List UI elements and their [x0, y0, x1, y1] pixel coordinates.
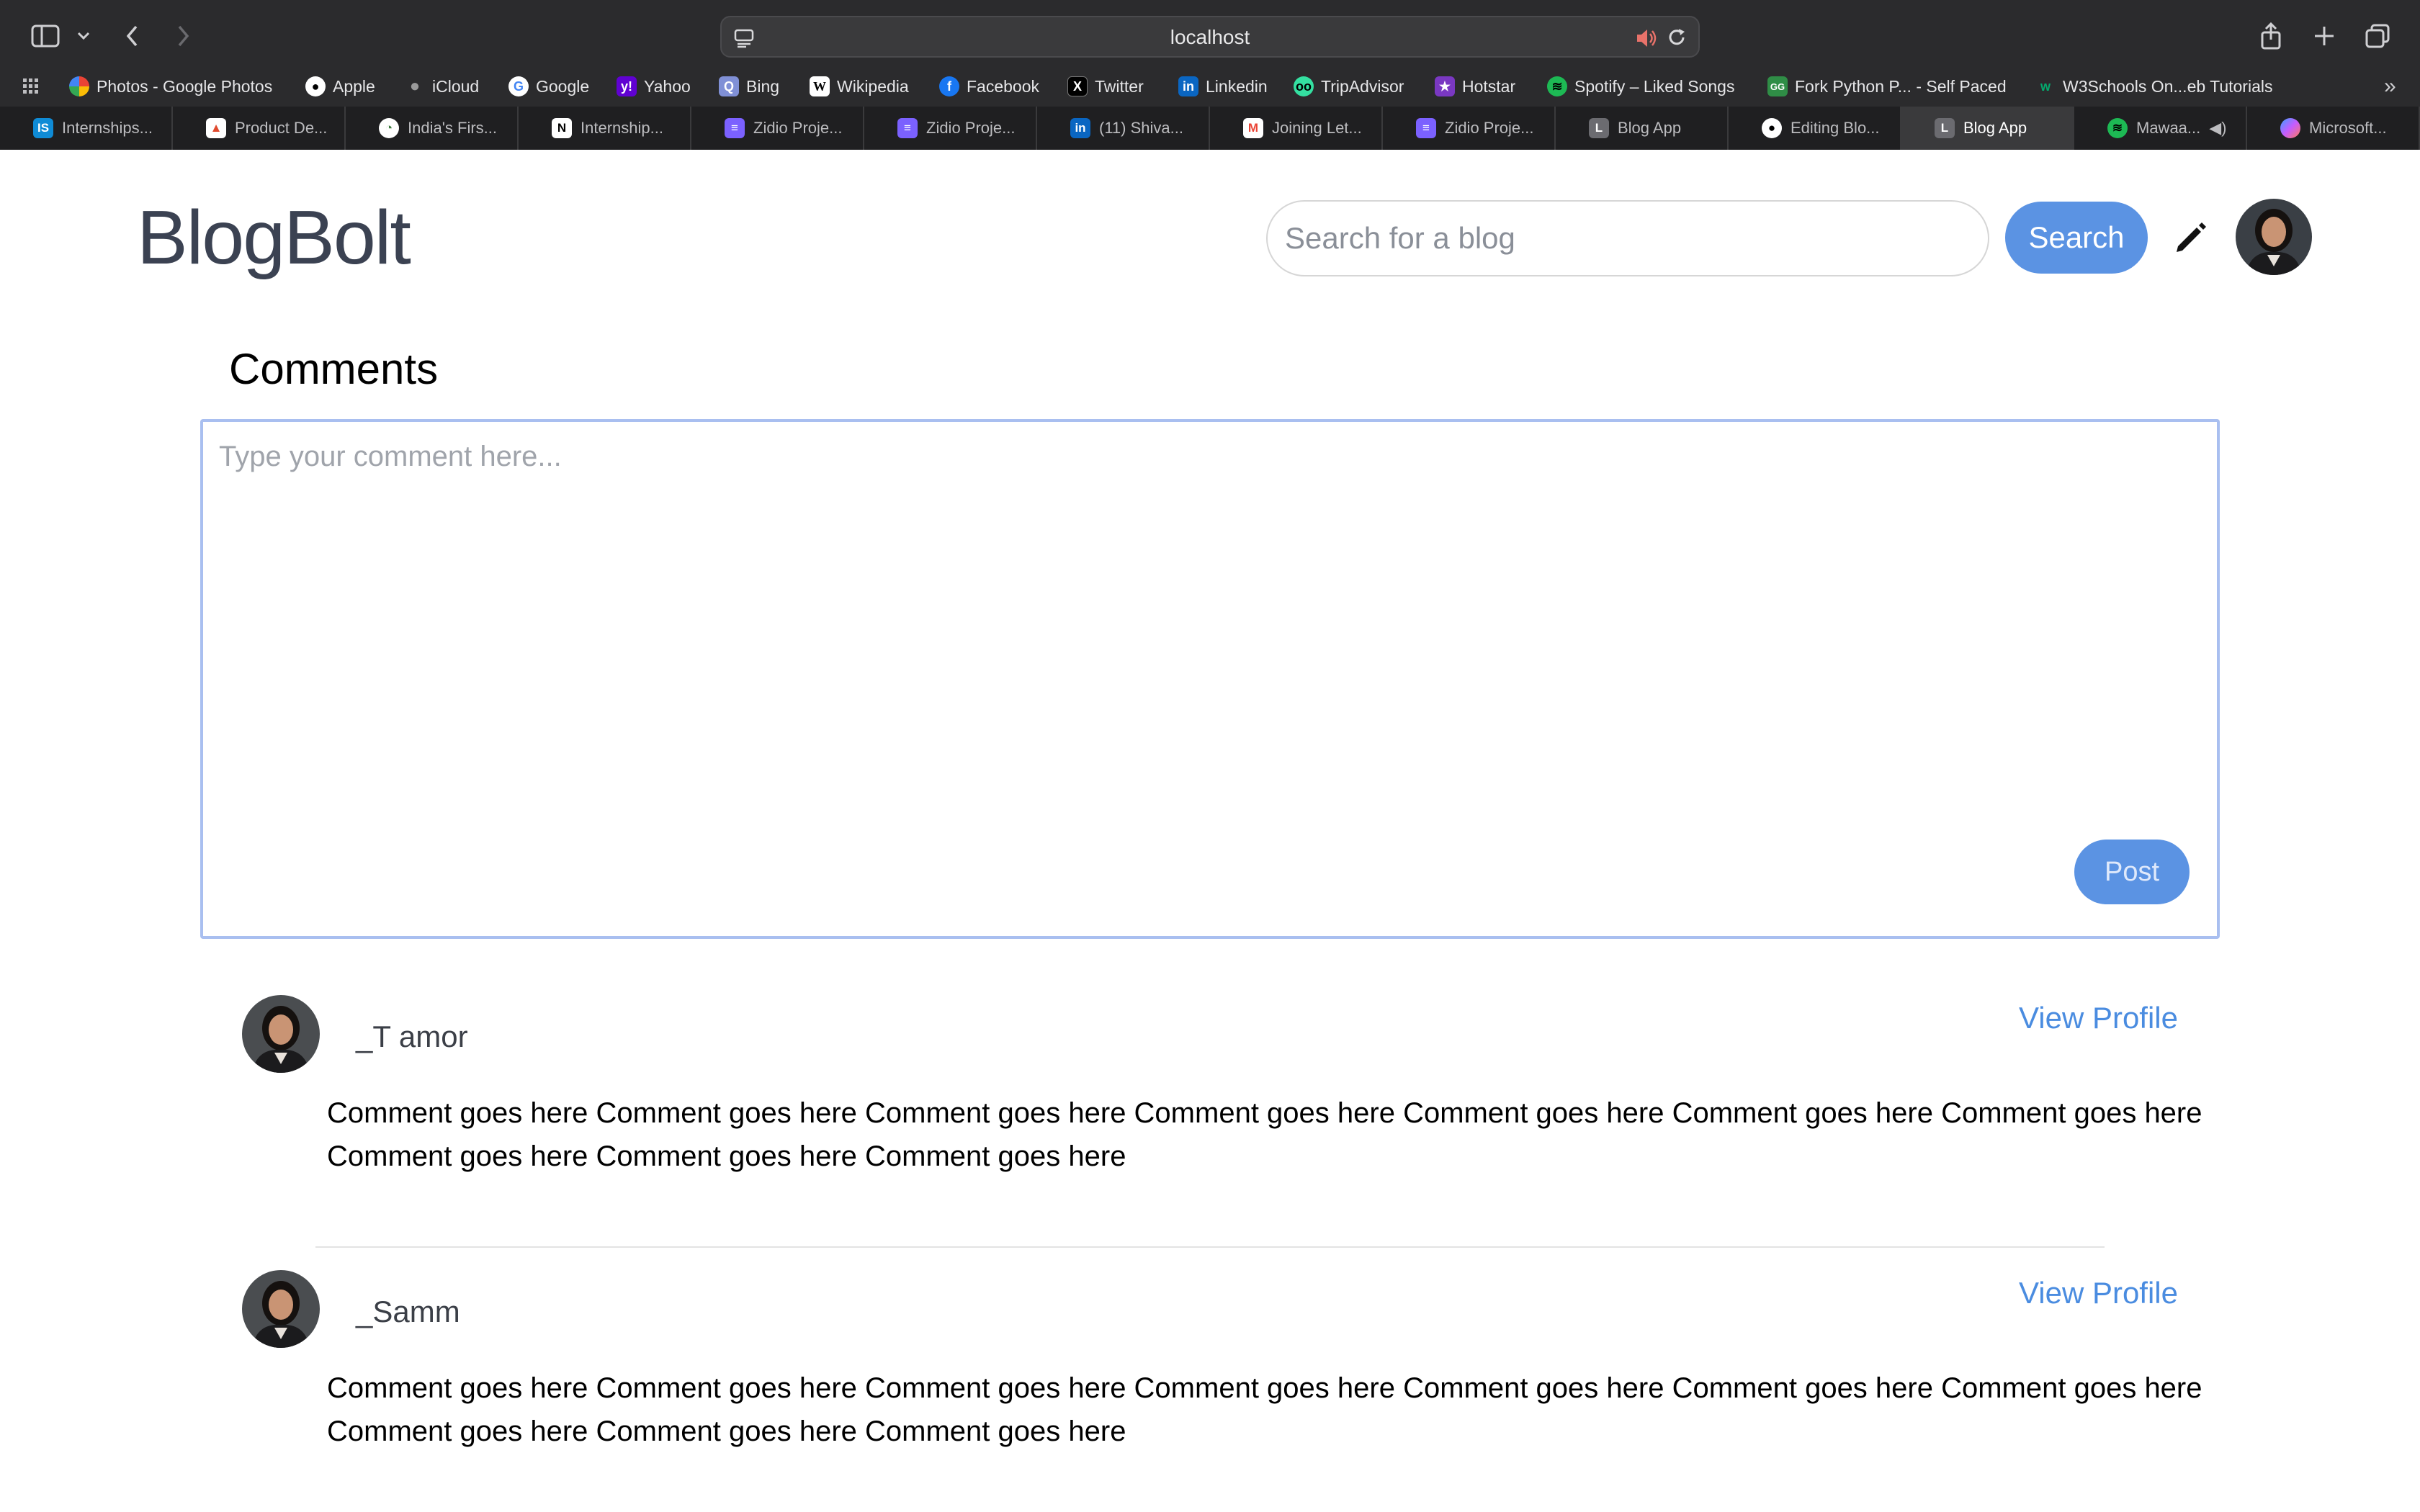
- gfg-icon: GG: [1767, 76, 1788, 96]
- browser-tab[interactable]: L Blog App: [1556, 107, 1729, 150]
- google-photos-icon: [69, 76, 89, 96]
- favorite-item[interactable]: oo TripAdvisor: [1294, 73, 1404, 99]
- comment-item: _T amor View Profile Comment goes here C…: [200, 995, 2220, 1211]
- gmail-icon: M: [1243, 118, 1263, 138]
- copilot-icon: [2280, 118, 2300, 138]
- browser-tab[interactable]: IS Internships...: [0, 107, 173, 150]
- apple-icon: ●: [409, 76, 421, 96]
- view-profile-link[interactable]: View Profile: [2019, 1276, 2178, 1310]
- brand-logo[interactable]: BlogBolt: [137, 194, 411, 282]
- notion-icon: N: [552, 118, 572, 138]
- comment-text: Comment goes here Comment goes here Comm…: [327, 1372, 2202, 1447]
- browser-tab[interactable]: ≋ Mawaa... ◀): [2074, 107, 2247, 150]
- comments-heading: Comments: [229, 345, 439, 393]
- internshala-icon: IS: [33, 118, 53, 138]
- avatar[interactable]: [242, 995, 320, 1073]
- spotify-icon: ≋: [1547, 76, 1567, 96]
- url-text: localhost: [1170, 26, 1250, 48]
- hotstar-icon: ★: [1435, 76, 1455, 96]
- browser-tab[interactable]: ▲ Product De...: [173, 107, 346, 150]
- browser-tab[interactable]: ≡ Zidio Proje...: [691, 107, 864, 150]
- address-bar[interactable]: localhost: [720, 16, 1700, 58]
- favorite-item[interactable]: ● iCloud: [405, 73, 479, 99]
- favorite-item[interactable]: f Facebook: [939, 73, 1039, 99]
- browser-tab[interactable]: ● Editing Blo...: [1729, 107, 1901, 150]
- favorite-item[interactable]: W Wikipedia: [810, 73, 909, 99]
- list-icon: ≡: [1416, 118, 1436, 138]
- favorite-item[interactable]: w W3Schools On...eb Tutorials: [2035, 73, 2272, 99]
- favorite-item[interactable]: G Google: [508, 73, 589, 99]
- comment-author[interactable]: _Samm: [356, 1295, 460, 1329]
- list-icon: ≡: [725, 118, 745, 138]
- comment-text: Comment goes here Comment goes here Comm…: [327, 1097, 2202, 1172]
- tab-overview-icon[interactable]: [2358, 17, 2397, 55]
- speaker-icon[interactable]: ◀): [2209, 119, 2226, 138]
- product-icon: ▲: [206, 118, 226, 138]
- tripadvisor-icon: oo: [1294, 76, 1314, 96]
- x-icon: X: [1067, 76, 1088, 96]
- spotify-icon: ≋: [2107, 118, 2128, 138]
- more-favorites-icon[interactable]: »: [2384, 73, 2396, 99]
- favorite-item[interactable]: ≋ Spotify – Liked Songs: [1547, 73, 1734, 99]
- wikipedia-icon: W: [810, 76, 830, 96]
- comment-composer: Post: [200, 419, 2220, 939]
- favorite-item[interactable]: Photos - Google Photos: [69, 73, 272, 99]
- forward-icon[interactable]: [161, 17, 205, 55]
- search-input[interactable]: [1266, 200, 1989, 276]
- linkedin-icon: in: [1178, 76, 1198, 96]
- browser-chrome: localhost Photos - Google Photos ● Apple…: [0, 0, 2420, 150]
- letter-l-icon: L: [1935, 118, 1955, 138]
- favorite-item[interactable]: X Twitter: [1067, 73, 1144, 99]
- comment-divider: [315, 1246, 2105, 1248]
- comment-input[interactable]: [203, 422, 2217, 936]
- browser-tab[interactable]: in (11) Shiva...: [1037, 107, 1210, 150]
- tab-bar: IS Internships... ▲ Product De... ◔ India's…: [0, 107, 2420, 150]
- favorite-item[interactable]: ● Apple: [305, 73, 375, 99]
- view-profile-link[interactable]: View Profile: [2019, 1001, 2178, 1035]
- chevron-down-icon[interactable]: [69, 17, 98, 55]
- comment-author[interactable]: _T amor: [356, 1020, 468, 1054]
- browser-toolbar: localhost: [0, 0, 2420, 72]
- site-icon: ◔: [379, 118, 399, 138]
- apps-grid-icon[interactable]: [22, 73, 40, 99]
- browser-tab[interactable]: Microsoft...: [2247, 107, 2420, 150]
- search-button[interactable]: Search: [2005, 202, 2148, 274]
- back-icon[interactable]: [111, 17, 154, 55]
- favorite-item[interactable]: GG Fork Python P... - Self Paced: [1767, 73, 2007, 99]
- browser-tab[interactable]: ◔ India's Firs...: [346, 107, 519, 150]
- browser-tab[interactable]: M Joining Let...: [1210, 107, 1383, 150]
- pencil-icon[interactable]: [2171, 217, 2210, 256]
- browser-tab[interactable]: N Internship...: [519, 107, 691, 150]
- github-icon: ●: [1762, 118, 1782, 138]
- favorite-item[interactable]: Q Bing: [719, 73, 779, 99]
- letter-l-icon: L: [1589, 118, 1609, 138]
- browser-tab-active[interactable]: L Blog App: [1901, 107, 2074, 150]
- share-icon[interactable]: [2251, 17, 2290, 55]
- favorite-item[interactable]: y! Yahoo: [617, 73, 691, 99]
- linkedin-icon: in: [1070, 118, 1090, 138]
- post-button[interactable]: Post: [2074, 840, 2190, 904]
- avatar[interactable]: [242, 1270, 320, 1348]
- list-icon: ≡: [897, 118, 918, 138]
- sidebar-toggle-icon[interactable]: [24, 17, 66, 55]
- google-icon: G: [508, 76, 529, 96]
- facebook-icon: f: [939, 76, 959, 96]
- user-avatar[interactable]: [2236, 199, 2312, 275]
- browser-tab[interactable]: ≡ Zidio Proje...: [864, 107, 1037, 150]
- w3schools-icon: w: [2040, 78, 2051, 94]
- favorites-bar: Photos - Google Photos ● Apple ● iCloud …: [0, 72, 2420, 101]
- favorite-item[interactable]: in Linkedin: [1178, 73, 1268, 99]
- favorite-item[interactable]: ★ Hotstar: [1435, 73, 1515, 99]
- apple-icon: ●: [305, 76, 326, 96]
- browser-tab[interactable]: ≡ Zidio Proje...: [1383, 107, 1556, 150]
- speaker-icon[interactable]: [1635, 27, 1658, 53]
- bing-icon: Q: [719, 76, 739, 96]
- new-tab-icon[interactable]: [2305, 17, 2344, 55]
- comment-item: _Samm View Profile Comment goes here Com…: [200, 1270, 2220, 1486]
- reload-icon[interactable]: [1665, 26, 1688, 53]
- yahoo-icon: y!: [617, 76, 637, 96]
